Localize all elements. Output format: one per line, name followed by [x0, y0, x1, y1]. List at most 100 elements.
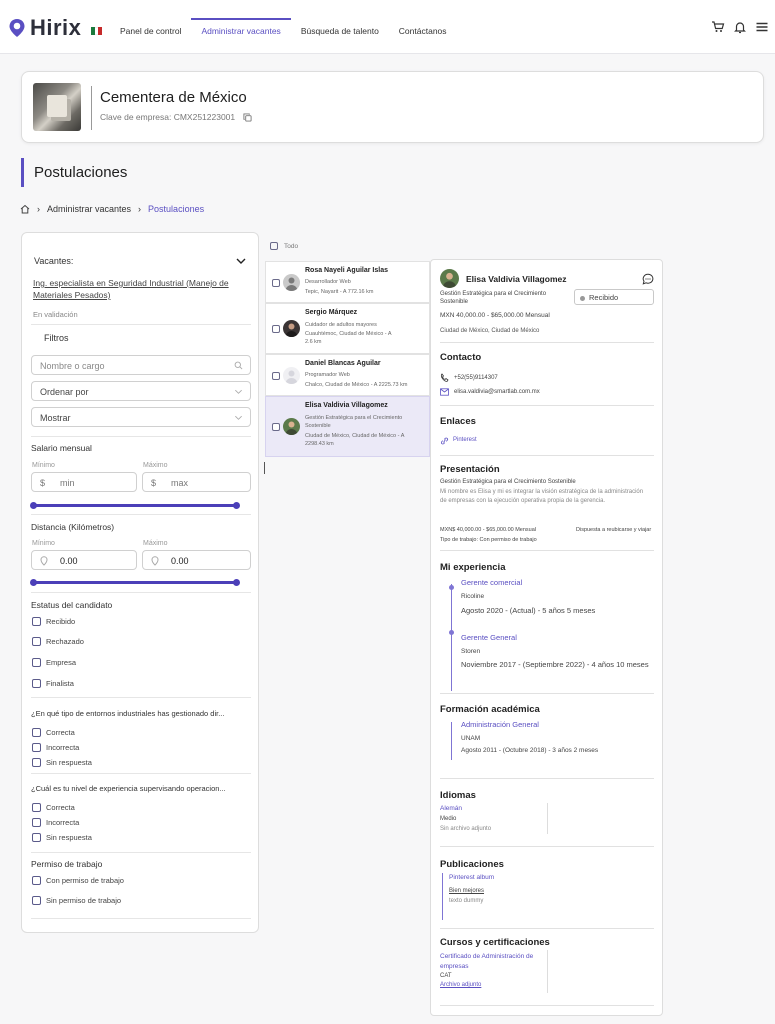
divider — [31, 514, 251, 515]
status-dropdown[interactable]: Recibido — [574, 289, 654, 305]
vacancy-selected[interactable]: Ing. especialista en Seguridad Industria… — [33, 277, 243, 301]
mexico-flag-icon[interactable] — [91, 27, 103, 35]
nav-link-busqueda[interactable]: Búsqueda de talento — [291, 18, 389, 44]
presentation-salary: MXN$ 40,000.00 - $65,000.00 Mensual — [440, 527, 537, 533]
checkbox[interactable] — [32, 728, 41, 737]
salary-max-input[interactable]: $ max — [142, 472, 251, 492]
presentation-relocation: Dispuesta a reubicarse y viajar — [576, 527, 652, 533]
candidate-card[interactable]: Sergio Márquez Cuidador de adultos mayor… — [265, 303, 430, 354]
contact-email[interactable]: elisa.valdivia@smartlab.com.mx — [454, 388, 540, 397]
nav-link-panel[interactable]: Panel de control — [110, 18, 191, 44]
phone-icon — [440, 373, 449, 382]
contact-title: Contacto — [440, 352, 482, 363]
candidate-name: Sergio Márquez — [305, 309, 358, 316]
checkbox[interactable] — [272, 325, 280, 333]
show-select[interactable]: Mostrar — [31, 407, 251, 427]
salary-min-placeholder: min — [60, 478, 75, 488]
breadcrumb-vacantes[interactable]: Administrar vacantes — [47, 204, 131, 214]
checkbox[interactable] — [32, 833, 41, 842]
checkbox[interactable] — [32, 637, 41, 646]
currency-symbol: $ — [40, 478, 46, 488]
avatar — [440, 269, 459, 288]
checkbox[interactable] — [32, 679, 41, 688]
candidate-distance: 2.6 km — [305, 339, 322, 345]
divider — [440, 778, 654, 779]
brand-logo[interactable]: Hirix — [8, 15, 82, 40]
question2-option-correcta[interactable]: Correcta — [32, 803, 75, 812]
option-label: Rechazado — [46, 637, 84, 646]
order-select[interactable]: Ordenar por — [31, 381, 251, 401]
permit-option-con[interactable]: Con permiso de trabajo — [32, 876, 124, 885]
checkbox[interactable] — [32, 896, 41, 905]
checkbox[interactable] — [272, 423, 280, 431]
checkbox[interactable] — [32, 743, 41, 752]
cart-icon[interactable] — [711, 20, 725, 34]
search-input[interactable]: Nombre o cargo — [31, 355, 251, 375]
timeline-dot — [449, 585, 454, 590]
candidate-role: Desarrollador Web — [305, 279, 351, 285]
checkbox[interactable] — [32, 758, 41, 767]
distance-range-slider[interactable] — [30, 579, 240, 586]
nav-link-contacto[interactable]: Contáctanos — [389, 18, 457, 44]
question1-option-correcta[interactable]: Correcta — [32, 728, 75, 737]
candidate-distance: 2298.43 km — [305, 441, 334, 447]
filtros-label: Filtros — [44, 333, 69, 343]
copy-icon[interactable] — [243, 112, 252, 122]
filters-panel: Vacantes: Ing. especialista en Seguridad… — [21, 232, 259, 933]
question2-option-sin-respuesta[interactable]: Sin respuesta — [32, 833, 92, 842]
checkbox[interactable] — [32, 818, 41, 827]
avatar — [283, 418, 300, 435]
question1-title: ¿En qué tipo de entornos industriales ha… — [31, 709, 225, 718]
checkbox[interactable] — [32, 617, 41, 626]
status-option-rechazado[interactable]: Rechazado — [32, 637, 84, 646]
candidate-name: Daniel Blancas Aguilar — [305, 360, 381, 367]
checkbox[interactable] — [270, 242, 278, 250]
chevron-down-icon — [235, 389, 242, 394]
contact-phone[interactable]: +52(55)9114307 — [454, 374, 498, 383]
salary-min-input[interactable]: $ min — [31, 472, 137, 492]
checkbox[interactable] — [32, 658, 41, 667]
select-all-label: Todo — [284, 242, 299, 250]
checkbox[interactable] — [32, 876, 41, 885]
company-key: Clave de empresa: CMX251223001 — [100, 112, 252, 122]
publication-name[interactable]: Pinterest album — [449, 874, 494, 881]
link-pinterest[interactable]: Pinterest — [453, 437, 477, 443]
divider — [440, 405, 654, 406]
question1-option-sin-respuesta[interactable]: Sin respuesta — [32, 758, 92, 767]
salary-max-placeholder: max — [171, 478, 189, 488]
checkbox[interactable] — [32, 803, 41, 812]
home-icon[interactable] — [20, 204, 30, 214]
candidate-card-selected[interactable]: Elisa Valdivia Villagomez Gestión Estrat… — [265, 396, 430, 457]
section-accent-bar — [21, 158, 24, 187]
checkbox[interactable] — [272, 372, 280, 380]
status-option-finalista[interactable]: Finalista — [32, 679, 74, 688]
candidate-card[interactable]: Rosa Nayeli Aguilar Islas Desarrollador … — [265, 261, 430, 303]
checkbox[interactable] — [272, 279, 280, 287]
chat-icon[interactable] — [642, 273, 654, 285]
distance-min-input[interactable]: 0.00 — [31, 550, 137, 570]
candidate-card[interactable]: Daniel Blancas Aguilar Programador Web C… — [265, 354, 430, 396]
select-all[interactable]: Todo — [270, 242, 298, 250]
menu-icon[interactable] — [755, 20, 769, 34]
brand-name: Hirix — [30, 15, 82, 40]
presentation-title: Presentación — [440, 464, 500, 475]
question1-option-incorrecta[interactable]: Incorrecta — [32, 743, 79, 752]
top-navbar: Hirix Panel de control Administrar vacan… — [0, 0, 775, 54]
status-option-recibido[interactable]: Recibido — [32, 617, 75, 626]
question2-option-incorrecta[interactable]: Incorrecta — [32, 818, 79, 827]
company-logo-image — [33, 83, 81, 131]
status-option-empresa[interactable]: Empresa — [32, 658, 76, 667]
candidate-name: Elisa Valdivia Villagomez — [305, 402, 388, 409]
links-title: Enlaces — [440, 416, 476, 427]
experience-period: Noviembre 2017 - (Septiembre 2022) - 4 a… — [461, 660, 649, 669]
avatar — [283, 320, 300, 337]
salary-range-slider[interactable] — [30, 502, 240, 509]
chevron-down-icon[interactable] — [236, 257, 246, 265]
course-attachment-link[interactable]: Archivo adjunto — [440, 982, 481, 988]
divider — [440, 550, 654, 551]
permit-option-sin[interactable]: Sin permiso de trabajo — [32, 896, 121, 905]
distance-max-input[interactable]: 0.00 — [142, 550, 251, 570]
presentation-subtitle: Gestión Estratégica para el Crecimiento … — [440, 479, 576, 485]
nav-link-vacantes[interactable]: Administrar vacantes — [191, 18, 291, 44]
bell-icon[interactable] — [733, 20, 747, 34]
